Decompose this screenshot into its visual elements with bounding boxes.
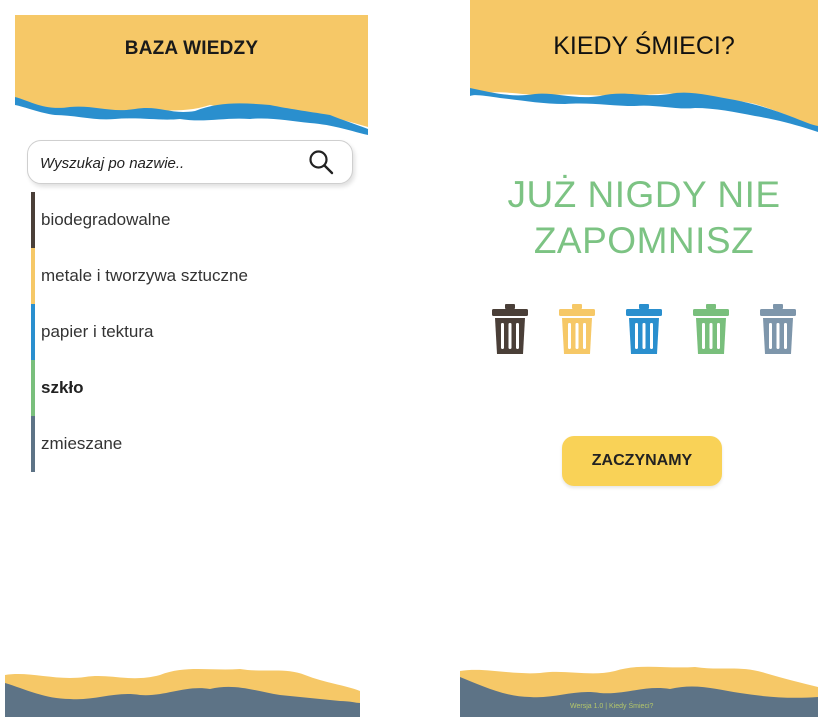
category-item-metals-plastics[interactable]: metale i tworzywa sztuczne (31, 248, 355, 304)
header-banner (15, 15, 368, 135)
category-item-biodegradable[interactable]: biodegradowalne (31, 192, 355, 248)
category-item-mixed[interactable]: zmieszane (31, 416, 355, 472)
category-color-bar (31, 360, 35, 416)
trash-bin-icon (760, 304, 796, 354)
headline-line-1: JUŻ NIGDY NIE (507, 174, 781, 215)
knowledge-base-screen: BAZA WIEDZY biodegradowalne metale i two… (0, 0, 380, 717)
trash-bin-icon (693, 304, 729, 354)
category-color-bar (31, 416, 35, 472)
footer-wave (5, 669, 360, 717)
category-color-bar (31, 192, 35, 248)
footer-text: Wersja 1.0 | Kiedy Śmieci? (570, 703, 654, 710)
welcome-screen: KIEDY ŚMIECI? JUŻ NIGDY NIE ZAPOMNISZ ZA… (440, 0, 818, 717)
bins-row (490, 304, 800, 360)
trash-bin-icon (559, 304, 595, 354)
page-title: BAZA WIEDZY (124, 38, 259, 59)
category-item-paper[interactable]: papier i tektura (31, 304, 355, 360)
category-label: papier i tektura (41, 322, 154, 341)
welcome-headline: JUŻ NIGDY NIE ZAPOMNISZ (470, 172, 818, 264)
category-label: zmieszane (41, 434, 123, 453)
search-bar[interactable] (27, 140, 353, 184)
header-banner (470, 0, 818, 132)
category-item-glass[interactable]: szkło (31, 360, 355, 416)
search-icon[interactable] (308, 149, 334, 175)
category-color-bar (31, 248, 35, 304)
trash-bin-icon (492, 304, 528, 354)
trash-bin-icon (626, 304, 662, 354)
category-label: metale i tworzywa sztuczne (41, 266, 248, 285)
search-input[interactable] (38, 151, 292, 175)
headline-line-2: ZAPOMNISZ (533, 220, 755, 261)
category-label: szkło (41, 378, 84, 397)
category-list: biodegradowalne metale i tworzywa sztucz… (31, 192, 355, 472)
category-label: biodegradowalne (41, 210, 171, 229)
page-title: KIEDY ŚMIECI? (553, 32, 735, 60)
start-button[interactable]: ZACZYNAMY (562, 436, 722, 486)
category-color-bar (31, 304, 35, 360)
